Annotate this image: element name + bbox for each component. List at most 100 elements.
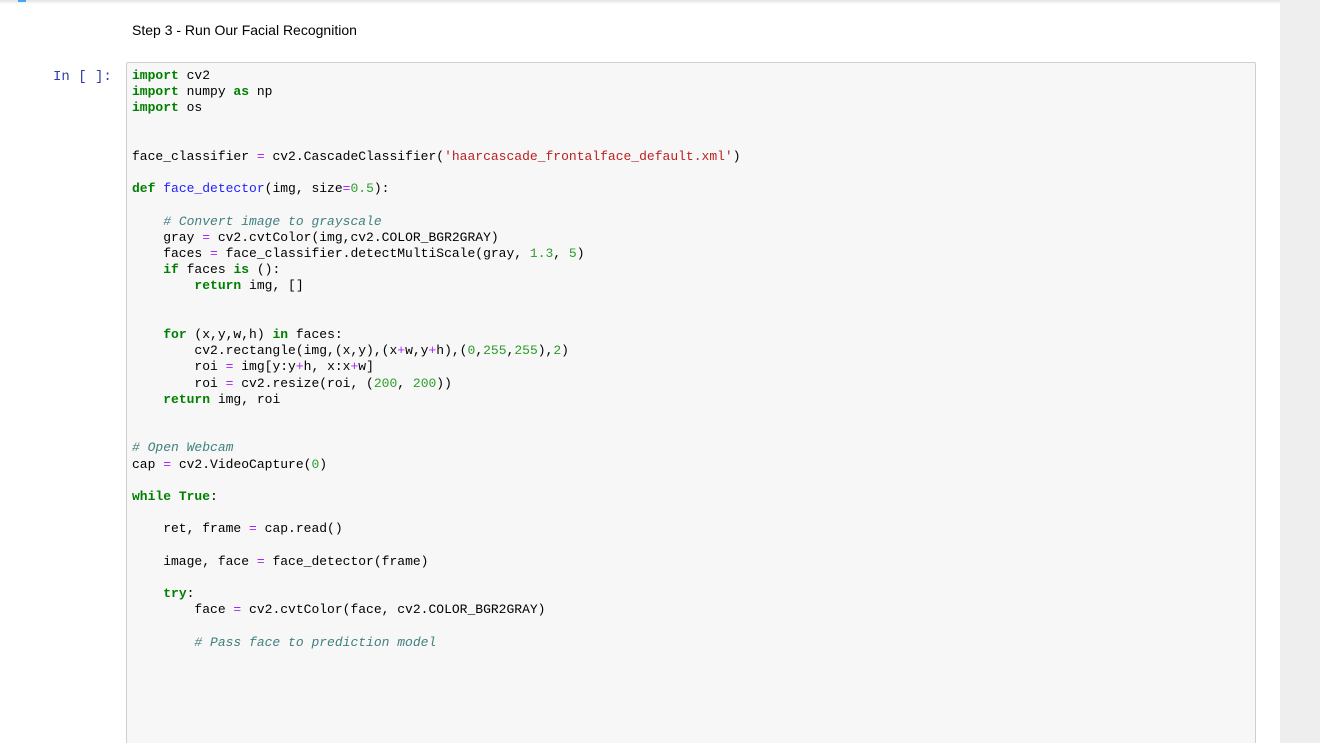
code-token: roi <box>132 359 226 375</box>
code-line: for (x,y,w,h) in faces: <box>132 327 741 343</box>
code-token: return <box>194 278 242 294</box>
code-token: : <box>210 488 218 504</box>
code-token: return <box>163 391 211 407</box>
code-token: in <box>272 327 289 342</box>
code-token: for <box>163 327 187 342</box>
code-line: gray = cv2.cvtColor(img,cv2.COLOR_BGR2GR… <box>132 230 741 246</box>
code-line: import os <box>132 100 741 116</box>
code-token: cv2.rectangle(img,(x,y),(x <box>132 343 398 359</box>
code-token: 5 <box>568 246 577 262</box>
code-token: face_detector <box>163 181 265 197</box>
right-scroll-gutter[interactable] <box>1280 0 1320 743</box>
corner-mark <box>18 0 26 2</box>
code-line: roi = cv2.resize(roi, (200, 200)) <box>132 376 741 392</box>
code-token: 200 <box>373 375 398 391</box>
code-line: ret, frame = cap.read() <box>132 521 741 537</box>
code-token: 255 <box>483 343 507 359</box>
code-token: + <box>397 343 406 359</box>
code-line: faces = face_classifier.detectMultiScale… <box>132 246 741 262</box>
code-token: w] <box>358 359 374 375</box>
code-token: while <box>132 488 172 504</box>
code-token: = <box>202 229 211 245</box>
code-token: 255 <box>514 343 538 359</box>
markdown-cell[interactable]: Step 3 - Run Our Facial Recognition <box>132 22 357 38</box>
code-token: import <box>132 100 179 116</box>
code-token: gray <box>132 229 203 245</box>
code-token: cv2 <box>178 68 211 83</box>
code-token: ) <box>732 148 741 164</box>
code-line: # Pass face to prediction model <box>132 635 741 651</box>
code-token: numpy <box>178 84 234 100</box>
code-token: img[y:y <box>233 359 296 375</box>
code-token: + <box>295 359 304 375</box>
code-token: , <box>475 343 484 359</box>
code-token: cap.read() <box>256 521 343 537</box>
code-token: cap <box>132 456 164 472</box>
code-token: )) <box>436 375 452 391</box>
code-token: img, roi <box>210 391 281 407</box>
code-line: def face_detector(img, size=0.5): <box>132 181 741 197</box>
code-token: 0.5 <box>350 181 374 197</box>
code-token: 200 <box>412 375 437 391</box>
code-token: image, face <box>132 553 257 569</box>
code-line: face_classifier = cv2.CascadeClassifier(… <box>132 149 741 165</box>
code-line: cv2.rectangle(img,(x,y),(x+w,y+h),(0,255… <box>132 343 741 359</box>
code-token: = <box>163 456 172 472</box>
code-token: ) <box>319 456 328 472</box>
code-token: ), <box>537 343 554 359</box>
code-token: ) <box>561 343 569 359</box>
code-token: (img, size <box>264 181 343 197</box>
code-cell[interactable]: import cv2 import numpy as np import os fa… <box>126 62 1256 743</box>
code-token: = <box>256 553 265 569</box>
code-token: (): <box>249 262 281 278</box>
code-token: # Pass face to prediction model <box>194 634 437 650</box>
code-token: cv2.resize(roi, ( <box>233 375 374 391</box>
code-line: # Open Webcam <box>132 440 741 456</box>
code-token: = <box>210 246 218 262</box>
code-token: try <box>163 586 187 601</box>
code-token: , <box>397 375 413 391</box>
code-token: if <box>163 262 179 278</box>
code-token: 'haarcascade_frontalface_default.xml' <box>444 148 733 164</box>
code-token: cv2.cvtColor(face, cv2.COLOR_BGR2GRAY) <box>241 602 546 618</box>
code-token: w,y <box>405 343 429 359</box>
code-token: face_classifier <box>132 148 257 164</box>
code-token: faces <box>178 262 234 278</box>
code-line: import numpy as np <box>132 84 741 100</box>
code-token: np <box>249 84 273 100</box>
code-token: cv2.cvtColor(img,cv2.COLOR_BGR2GRAY) <box>210 229 499 245</box>
code-token: # Convert image to grayscale <box>163 213 382 229</box>
code-token: os <box>178 100 203 116</box>
code-token: roi <box>132 375 226 391</box>
code-token: h, x:x <box>303 359 351 375</box>
code-token: # Open Webcam <box>132 440 234 456</box>
code-token: = <box>256 148 265 164</box>
code-token: cv2.CascadeClassifier( <box>264 148 445 164</box>
code-line: roi = img[y:y+h, x:x+w] <box>132 359 741 375</box>
code-token: import <box>132 68 179 83</box>
code-line: try: <box>132 586 741 602</box>
code-token: cv2.VideoCapture( <box>171 456 312 472</box>
code-editor[interactable]: import cv2 import numpy as np import os fa… <box>132 68 741 651</box>
code-line: return img, [] <box>132 278 741 294</box>
code-token: = <box>249 521 257 537</box>
code-token: 2 <box>553 343 562 359</box>
code-token: faces <box>132 246 211 262</box>
